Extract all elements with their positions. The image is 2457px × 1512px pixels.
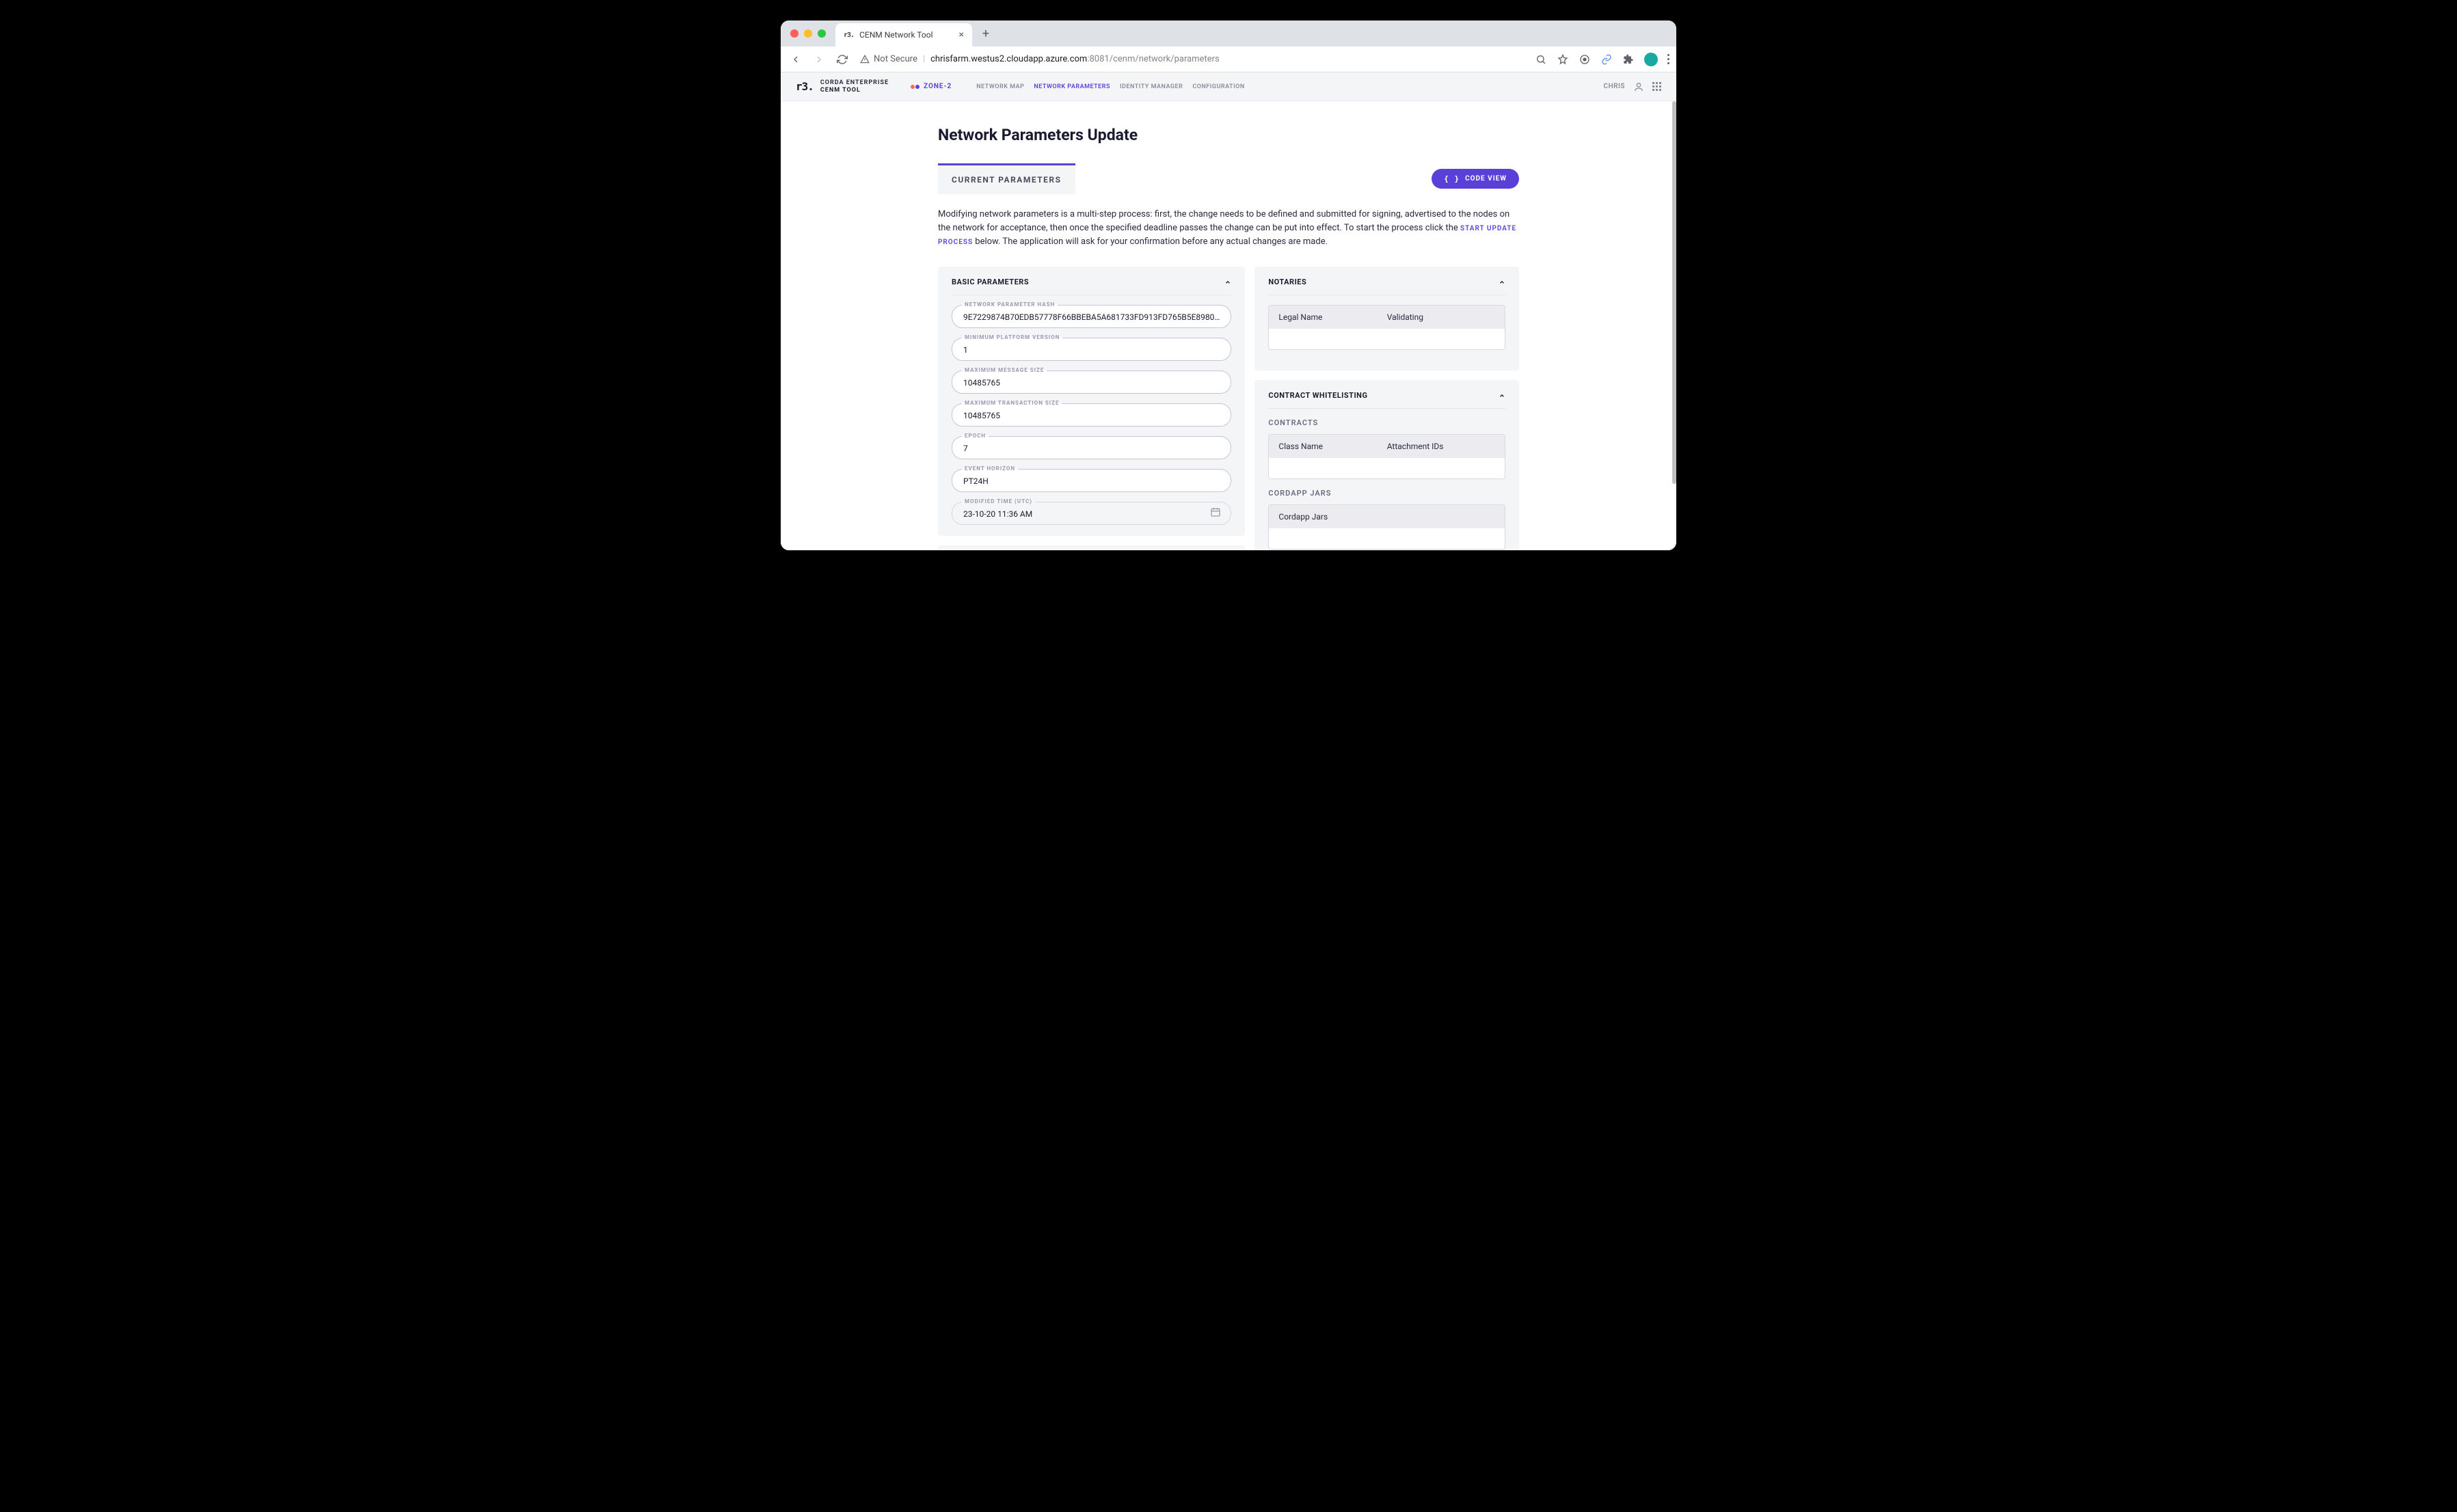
extensions-icon[interactable] bbox=[1622, 53, 1635, 66]
apps-icon[interactable] bbox=[1652, 82, 1661, 91]
field-maximum-transaction-size[interactable]: MAXIMUM TRANSACTION SIZE 10485765 bbox=[952, 403, 1231, 427]
browser-tab[interactable]: r3. CENM Network Tool × bbox=[835, 23, 972, 46]
title-bar: r3. CENM Network Tool × + bbox=[781, 21, 1676, 46]
panel-package-ownership: PACKAGE OWNERSHIP bbox=[938, 545, 1245, 550]
left-column: BASIC PARAMETERS NETWORK PARAMETER HASH … bbox=[938, 267, 1245, 550]
link-icon[interactable] bbox=[1600, 53, 1613, 66]
app-header: r3. CORDA ENTERPRISE CENM TOOL ZONE-2 NE… bbox=[781, 72, 1676, 101]
field-network-parameter-hash[interactable]: NETWORK PARAMETER HASH 9E7229874B70EDB57… bbox=[952, 305, 1231, 328]
zoom-icon[interactable] bbox=[1535, 53, 1547, 66]
url-text: chrisfarm.westus2.cloudapp.azure.com:808… bbox=[930, 54, 1220, 64]
panel-contract-whitelisting: CONTRACT WHITELISTING CONTRACTS Class Na… bbox=[1254, 380, 1519, 550]
maximize-window-button[interactable] bbox=[818, 29, 826, 38]
panel-header-basic[interactable]: BASIC PARAMETERS bbox=[952, 278, 1231, 295]
th-class-name: Class Name bbox=[1278, 442, 1386, 451]
code-view-button[interactable]: { } CODE VIEW bbox=[1432, 169, 1519, 189]
user-name: CHRIS bbox=[1604, 83, 1625, 90]
scrollbar-thumb[interactable] bbox=[1672, 101, 1676, 484]
cordapp-table: Cordapp Jars bbox=[1268, 504, 1505, 550]
addr-divider: | bbox=[923, 54, 925, 64]
tab-current-parameters[interactable]: CURRENT PARAMETERS bbox=[938, 163, 1075, 194]
address-bar[interactable]: Not Secure | chrisfarm.westus2.cloudapp.… bbox=[857, 54, 1528, 64]
bookmark-icon[interactable] bbox=[1557, 53, 1569, 66]
scrollbar[interactable] bbox=[1672, 101, 1676, 550]
field-minimum-platform-version[interactable]: MINIMUM PLATFORM VERSION 1 bbox=[952, 338, 1231, 361]
toolbar-right bbox=[1535, 53, 1669, 66]
panel-header-whitelisting[interactable]: CONTRACT WHITELISTING bbox=[1268, 391, 1505, 409]
brand-logo: r3. bbox=[796, 80, 814, 93]
brand-line2: CENM TOOL bbox=[820, 87, 889, 94]
circle-icon[interactable] bbox=[1579, 53, 1591, 66]
zone-selector[interactable]: ZONE-2 bbox=[911, 83, 952, 90]
notaries-tbody bbox=[1269, 329, 1505, 349]
contracts-table: Class Name Attachment IDs bbox=[1268, 434, 1505, 479]
field-modified-time: MODIFIED TIME (UTC) 23-10-20 11:36 AM bbox=[952, 502, 1231, 525]
user-icon[interactable] bbox=[1633, 81, 1644, 92]
code-view-label: CODE VIEW bbox=[1465, 175, 1507, 183]
page-title: Network Parameters Update bbox=[938, 126, 1519, 144]
nav-configuration[interactable]: CONFIGURATION bbox=[1192, 83, 1244, 90]
nav-network-map[interactable]: NETWORK MAP bbox=[976, 83, 1024, 90]
contracts-label: CONTRACTS bbox=[1268, 418, 1505, 427]
user-area: CHRIS bbox=[1604, 81, 1661, 92]
zone-icon bbox=[911, 85, 919, 89]
field-epoch[interactable]: EPOCH 7 bbox=[952, 436, 1231, 459]
panel-notaries: NOTARIES Legal Name Validating bbox=[1254, 267, 1519, 370]
forward-button[interactable] bbox=[811, 51, 827, 68]
field-event-horizon[interactable]: EVENT HORIZON PT24H bbox=[952, 469, 1231, 492]
panel-basic-parameters: BASIC PARAMETERS NETWORK PARAMETER HASH … bbox=[938, 267, 1245, 536]
nav-identity-manager[interactable]: IDENTITY MANAGER bbox=[1120, 83, 1183, 90]
th-attachment-ids: Attachment IDs bbox=[1387, 442, 1495, 451]
nav-links: NETWORK MAP NETWORK PARAMETERS IDENTITY … bbox=[976, 83, 1245, 90]
description: Modifying network parameters is a multi-… bbox=[938, 208, 1519, 249]
cordapp-label: CORDAPP JARS bbox=[1268, 489, 1505, 498]
zone-label: ZONE-2 bbox=[924, 83, 952, 90]
notaries-table: Legal Name Validating bbox=[1268, 305, 1505, 350]
not-secure-label: Not Secure bbox=[874, 54, 917, 64]
code-icon: { } bbox=[1444, 174, 1460, 183]
browser-window: r3. CENM Network Tool × + Not Secure | c… bbox=[781, 21, 1676, 550]
th-legal-name: Legal Name bbox=[1278, 312, 1386, 322]
browser-toolbar: Not Secure | chrisfarm.westus2.cloudapp.… bbox=[781, 46, 1676, 72]
calendar-icon bbox=[1210, 507, 1221, 520]
th-validating: Validating bbox=[1387, 312, 1495, 322]
panel-header-notaries[interactable]: NOTARIES bbox=[1268, 278, 1505, 295]
back-button[interactable] bbox=[788, 51, 804, 68]
minimize-window-button[interactable] bbox=[804, 29, 812, 38]
brand[interactable]: r3. CORDA ENTERPRISE CENM TOOL bbox=[796, 79, 889, 94]
chevron-up-icon bbox=[1499, 392, 1505, 399]
reload-button[interactable] bbox=[834, 51, 850, 68]
not-secure-indicator[interactable]: Not Secure bbox=[860, 54, 917, 64]
chevron-up-icon bbox=[1499, 279, 1505, 286]
brand-line1: CORDA ENTERPRISE bbox=[820, 79, 889, 87]
right-column: NOTARIES Legal Name Validating bbox=[1254, 267, 1519, 550]
new-tab-button[interactable]: + bbox=[976, 24, 995, 43]
profile-avatar[interactable] bbox=[1644, 53, 1658, 66]
contracts-tbody bbox=[1269, 458, 1505, 478]
tab-close-icon[interactable]: × bbox=[959, 29, 964, 40]
content-area[interactable]: Network Parameters Update CURRENT PARAME… bbox=[781, 101, 1676, 550]
chevron-up-icon bbox=[1224, 279, 1231, 286]
cordapp-tbody bbox=[1269, 528, 1505, 549]
close-window-button[interactable] bbox=[790, 29, 798, 38]
warning-icon bbox=[860, 55, 870, 64]
th-cordapp-jars: Cordapp Jars bbox=[1278, 512, 1495, 522]
browser-menu-button[interactable] bbox=[1667, 54, 1669, 64]
nav-network-parameters[interactable]: NETWORK PARAMETERS bbox=[1034, 83, 1110, 90]
tab-title: CENM Network Tool bbox=[859, 30, 953, 40]
tab-row: CURRENT PARAMETERS { } CODE VIEW bbox=[938, 163, 1519, 194]
window-controls bbox=[781, 29, 835, 38]
field-maximum-message-size[interactable]: MAXIMUM MESSAGE SIZE 10485765 bbox=[952, 370, 1231, 394]
tab-favicon: r3. bbox=[844, 31, 854, 39]
